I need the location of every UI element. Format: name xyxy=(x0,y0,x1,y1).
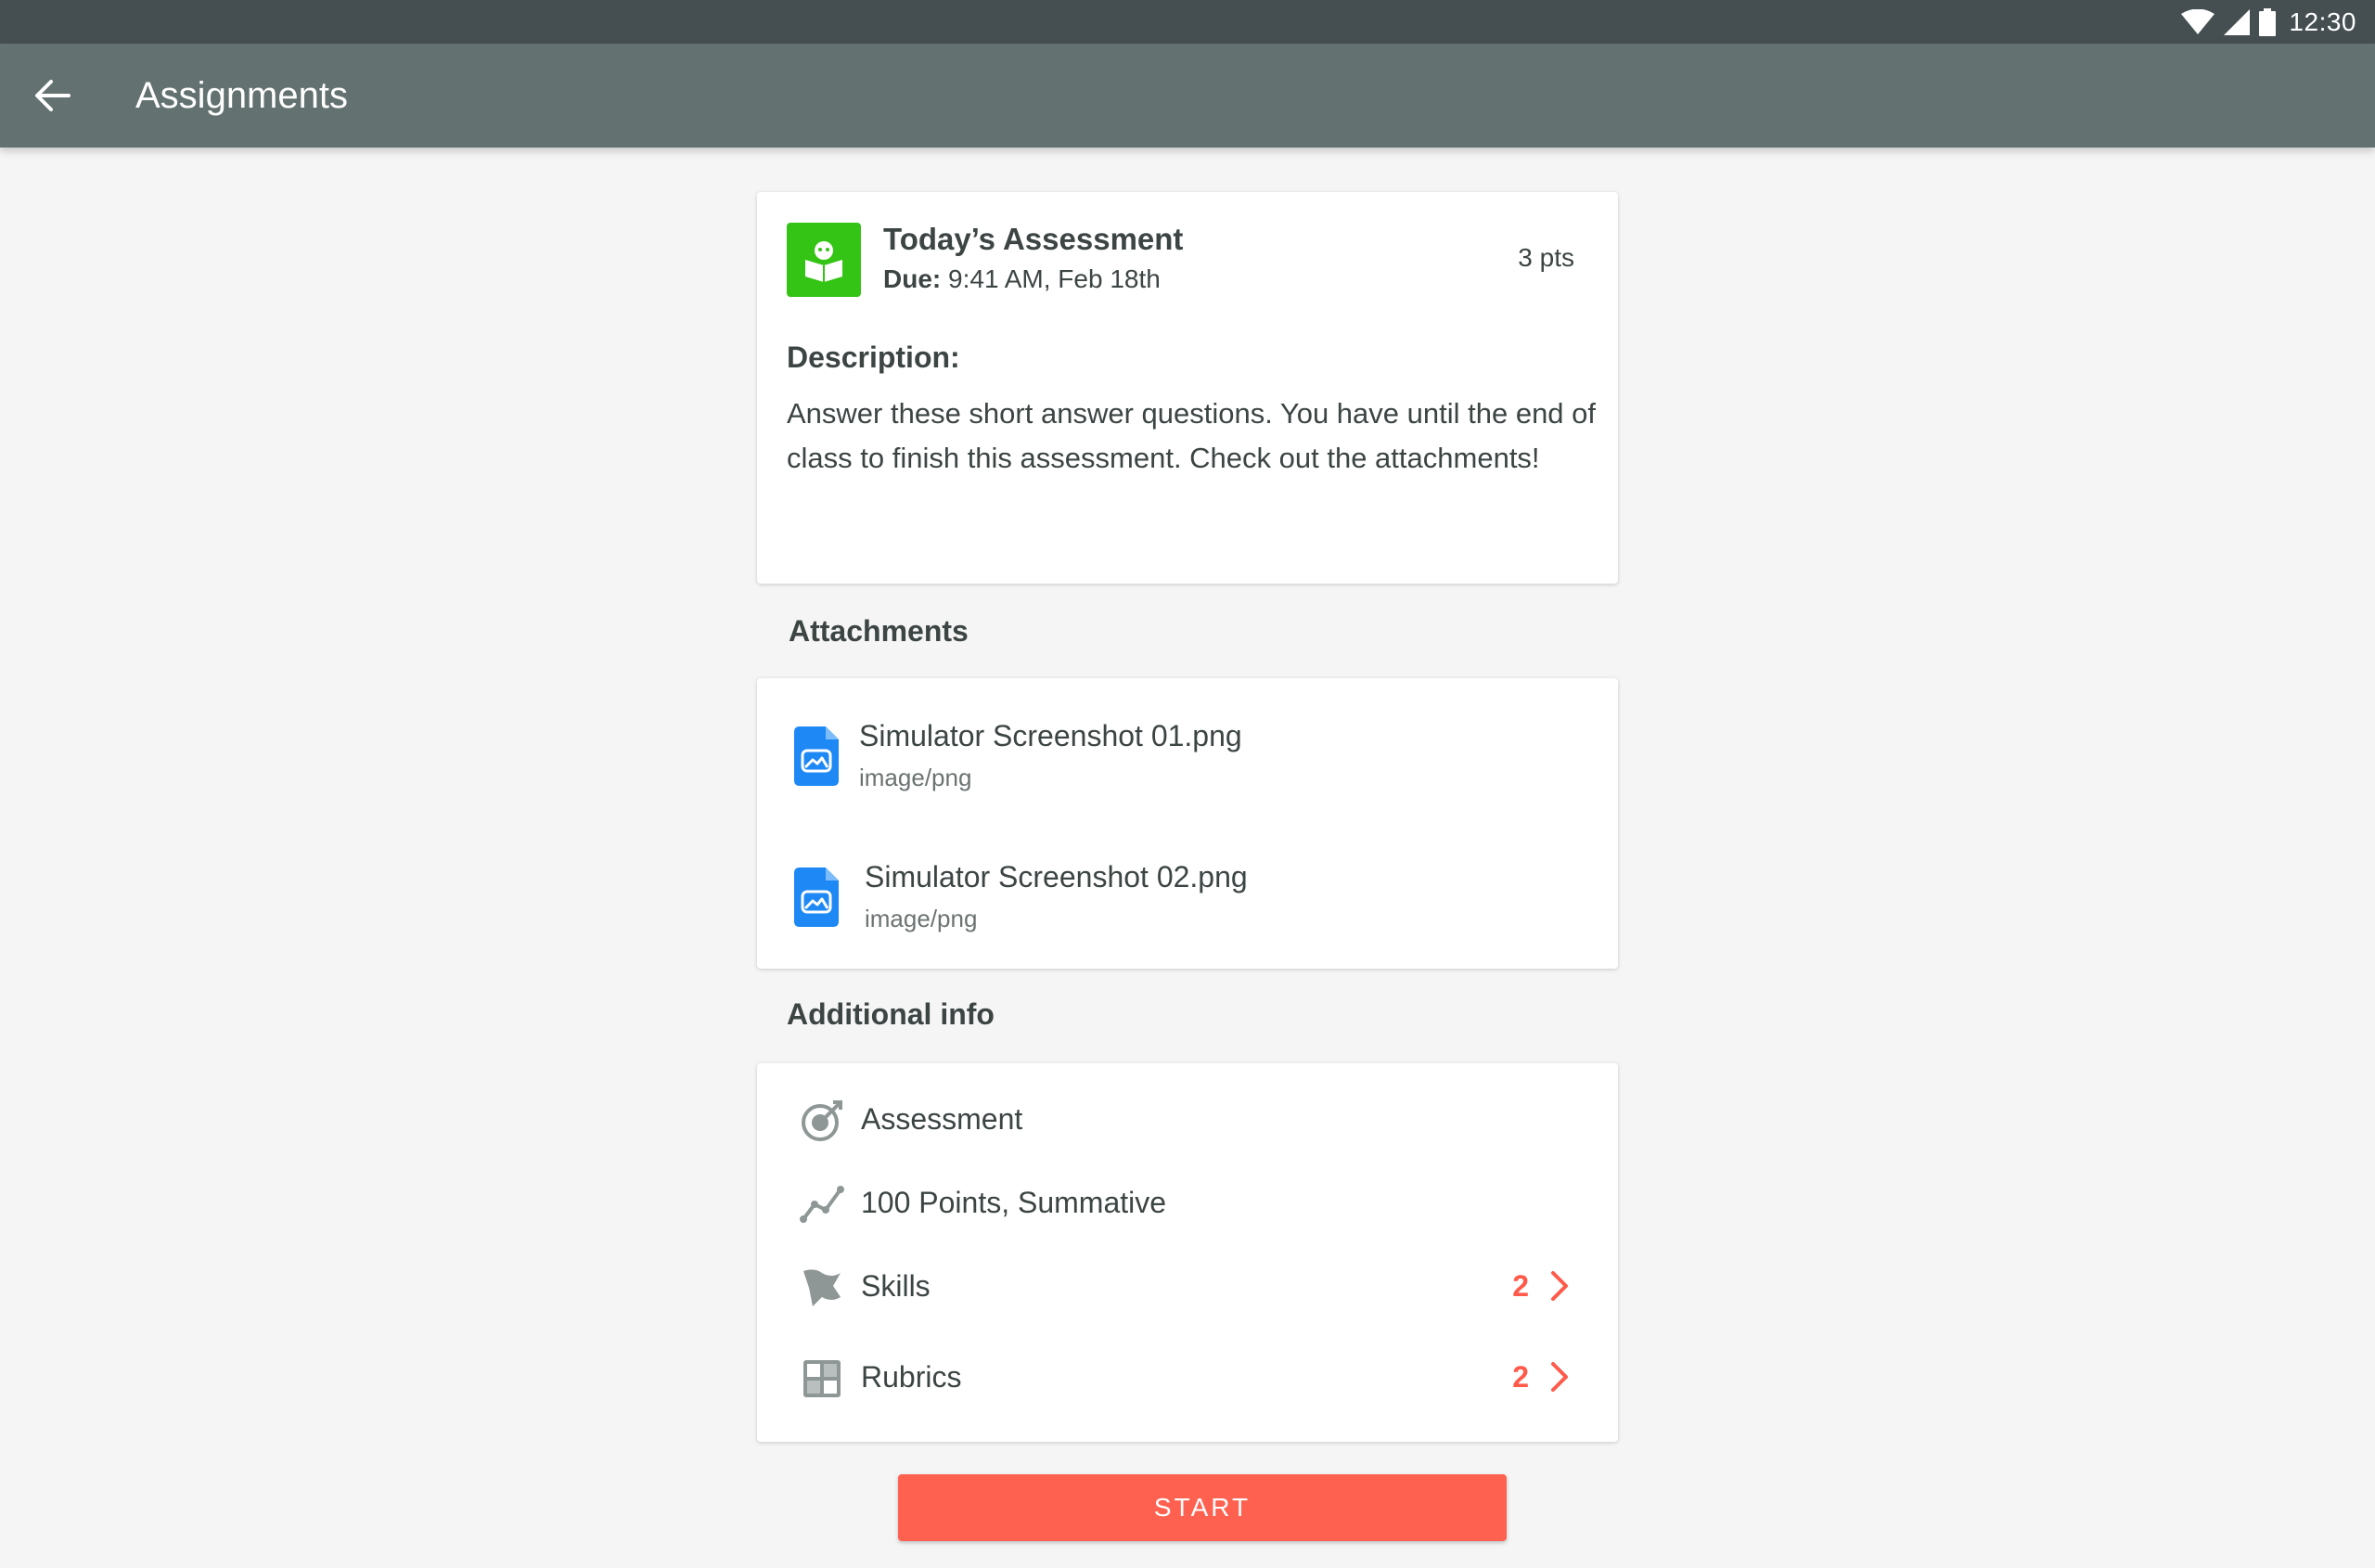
back-button[interactable] xyxy=(26,70,78,122)
info-row-assessment: Assessment xyxy=(757,1084,1618,1158)
points-value: 3 pts xyxy=(1518,243,1574,272)
info-label: Skills xyxy=(861,1269,931,1303)
status-icons xyxy=(2181,7,2277,36)
cell-signal-icon xyxy=(2224,8,2251,35)
status-time: 12:30 xyxy=(2289,6,2356,36)
info-row-points: 100 Points, Summative xyxy=(757,1167,1618,1241)
reading-book-icon xyxy=(787,223,861,297)
info-label: Assessment xyxy=(861,1102,1023,1136)
attachment-type: image/png xyxy=(859,764,972,791)
attachment-item[interactable]: Simulator Screenshot 01.png image/png xyxy=(757,678,1618,817)
battery-icon xyxy=(2259,7,2277,36)
info-label: Rubrics xyxy=(861,1360,962,1394)
chevron-right-icon xyxy=(1551,1362,1568,1392)
skills-count: 2 xyxy=(1512,1269,1529,1303)
trend-line-icon xyxy=(800,1186,844,1223)
grid-icon xyxy=(803,1360,841,1397)
app-bar: Assignments xyxy=(0,44,2375,148)
attachments-card: Simulator Screenshot 01.png image/png Si… xyxy=(757,678,1618,969)
status-bar: 12:30 xyxy=(0,0,2375,44)
info-row-rubrics[interactable]: Rubrics 2 xyxy=(757,1342,1618,1416)
arrow-left-icon xyxy=(35,80,71,111)
page-title: Assignments xyxy=(135,74,348,116)
wifi-icon xyxy=(2181,8,2215,35)
image-file-icon xyxy=(794,868,839,927)
additional-info-heading: Additional info xyxy=(787,997,995,1031)
info-row-skills[interactable]: Skills 2 xyxy=(757,1251,1618,1325)
image-file-icon xyxy=(794,726,839,786)
attachments-heading: Attachments xyxy=(789,614,969,648)
due-date: Due: 9:41 AM, Feb 18th xyxy=(883,264,1161,294)
assignment-title: Today’s Assessment xyxy=(883,222,1184,256)
target-icon xyxy=(802,1100,842,1141)
chevron-right-icon xyxy=(1551,1271,1568,1301)
attachment-item[interactable]: Simulator Screenshot 02.png image/png xyxy=(757,819,1618,958)
description-heading: Description: xyxy=(787,341,960,374)
attachment-type: image/png xyxy=(865,905,978,932)
info-label: 100 Points, Summative xyxy=(861,1186,1167,1219)
due-value: 9:41 AM, Feb 18th xyxy=(948,264,1161,293)
assignment-card: Today’s Assessment Due: 9:41 AM, Feb 18t… xyxy=(757,192,1618,584)
due-label: Due: xyxy=(883,264,942,293)
attachment-name: Simulator Screenshot 02.png xyxy=(865,860,1248,893)
flag-icon xyxy=(803,1269,841,1306)
additional-info-card: Assessment 100 Points, Summative Skills … xyxy=(757,1063,1618,1442)
rubrics-count: 2 xyxy=(1512,1360,1529,1394)
description-text: Answer these short answer questions. You… xyxy=(787,397,1597,474)
start-button[interactable]: START xyxy=(898,1474,1507,1541)
attachment-name: Simulator Screenshot 01.png xyxy=(859,719,1242,752)
